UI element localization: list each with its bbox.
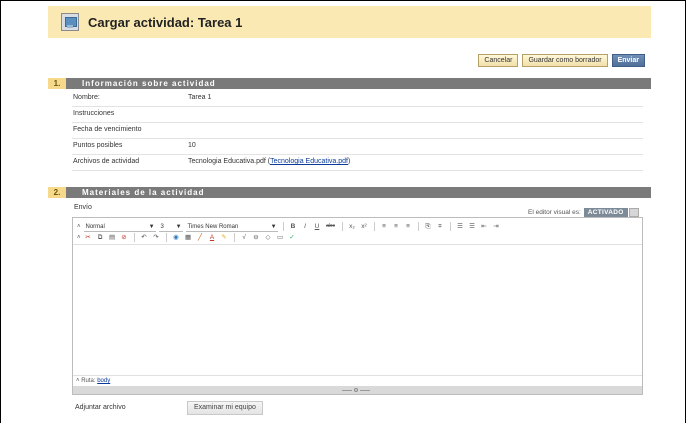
section-1-header: 1. Información sobre actividad	[48, 78, 651, 89]
file-download-link[interactable]: Tecnologia Educativa.pdf	[270, 158, 348, 165]
info-row-instructions: Instrucciones	[72, 107, 643, 123]
save-draft-button[interactable]: Guardar como borrador	[522, 54, 608, 67]
embed-icon[interactable]: ⊖	[252, 233, 261, 242]
copy-icon[interactable]: ⧉	[96, 233, 105, 242]
toolbar-separator	[373, 222, 375, 231]
preview-icon[interactable]: ▭	[276, 233, 285, 242]
redo-icon[interactable]: ↷	[152, 233, 161, 242]
html-source-icon[interactable]: ◇	[264, 233, 273, 242]
action-buttons: Cancelar Guardar como borrador Enviar	[478, 54, 645, 67]
section-2-number: 2.	[48, 187, 66, 198]
toolbar-row-1: ˄ Normal ▼ 3 ▼ Times New Roman ▼ B I U abc …	[77, 221, 501, 232]
cut-icon[interactable]: ✂	[84, 233, 93, 242]
subscript-icon[interactable]: x₂	[348, 222, 357, 231]
visual-editor-toggle: El editor visual es: ACTIVADO	[528, 208, 639, 217]
table-icon[interactable]: ▦	[184, 233, 193, 242]
info-label: Fecha de vencimiento	[73, 126, 142, 133]
clear-format-icon[interactable]: ⊘	[120, 233, 129, 242]
collapse-path-icon[interactable]: ˄	[76, 378, 80, 384]
link-icon[interactable]: ◉	[172, 233, 181, 242]
toolbar-separator	[282, 222, 284, 231]
info-value-files: Tecnologia Educativa.pdf (Tecnologia Edu…	[188, 158, 351, 165]
frame-left-border	[0, 0, 1, 423]
editor-toolbar: ˄ Normal ▼ 3 ▼ Times New Roman ▼ B I U abc …	[73, 218, 642, 244]
font-value: Times New Roman	[187, 223, 239, 230]
align-center-icon[interactable]: ≡	[392, 222, 401, 231]
section-1-title: Información sobre actividad	[82, 79, 216, 88]
format-select[interactable]: Normal ▼	[83, 222, 156, 232]
ordered-list-icon[interactable]: ☰	[456, 222, 465, 231]
undo-icon[interactable]: ↶	[140, 233, 149, 242]
size-value: 3	[160, 223, 164, 230]
section-2-header: 2. Materiales de la actividad	[48, 187, 651, 198]
toolbar-separator	[133, 233, 135, 242]
spellcheck-icon[interactable]: ⌗	[436, 222, 445, 231]
editor-resize-bar[interactable]	[73, 386, 642, 394]
collapse-toolbar-icon[interactable]: ˄	[77, 235, 81, 241]
file-name: Tecnologia Educativa.pdf	[188, 158, 266, 165]
align-left-icon[interactable]: ≡	[380, 222, 389, 231]
toolbar-separator	[233, 233, 235, 242]
font-select[interactable]: Times New Roman ▼	[185, 222, 278, 232]
draw-icon[interactable]: ╱	[196, 233, 205, 242]
resize-grip-icon[interactable]	[341, 388, 371, 392]
toolbar-separator	[341, 222, 343, 231]
info-label: Instrucciones	[73, 110, 115, 117]
info-label: Archivos de actividad	[73, 158, 140, 165]
frame-top-border	[0, 0, 686, 1]
equation-icon[interactable]: √	[240, 233, 249, 242]
visual-editor-state[interactable]: ACTIVADO	[583, 208, 628, 217]
text-editor: ˄ Normal ▼ 3 ▼ Times New Roman ▼ B I U abc …	[72, 217, 643, 395]
toolbar-separator	[165, 233, 167, 242]
highlight-icon[interactable]: ✎	[220, 233, 229, 242]
browse-computer-button[interactable]: Examinar mi equipo	[187, 401, 263, 415]
unordered-list-icon[interactable]: ☰	[468, 222, 477, 231]
outdent-icon[interactable]: ⇤	[480, 222, 489, 231]
cancel-button[interactable]: Cancelar	[478, 54, 519, 67]
info-value: Tarea 1	[188, 94, 212, 101]
align-right-icon[interactable]: ≡	[404, 222, 413, 231]
toolbar-separator	[449, 222, 451, 231]
format-value: Normal	[85, 223, 105, 230]
bold-icon[interactable]: B	[289, 222, 298, 231]
path-label: Ruta:	[81, 378, 96, 384]
size-select[interactable]: 3 ▼	[158, 222, 183, 232]
info-row-files: Archivos de actividad Tecnologia Educati…	[72, 155, 643, 171]
section-1-number: 1.	[48, 78, 66, 89]
toolbar-separator	[417, 222, 419, 231]
toolbar-row-2: ˄ ✂ ⧉ ▤ ⊘ ↶ ↷ ◉ ▦ ╱ A ✎ √ ⊖ ◇ ▭ ✓	[77, 232, 297, 243]
visual-editor-switch[interactable]	[628, 208, 639, 217]
superscript-icon[interactable]: x²	[360, 222, 369, 231]
section-2-title: Materiales de la actividad	[82, 188, 205, 197]
text-color-icon[interactable]: A	[208, 233, 217, 242]
editor-path-bar: ˄ Ruta: body	[73, 375, 642, 386]
info-row-due-date: Fecha de vencimiento	[72, 123, 643, 139]
info-label: Puntos posibles	[73, 142, 123, 149]
assignment-icon	[61, 13, 79, 31]
page-title: Cargar actividad: Tarea 1	[88, 14, 243, 30]
indent-icon[interactable]: ⇥	[492, 222, 501, 231]
page-header: Cargar actividad: Tarea 1	[48, 6, 651, 38]
envio-label: Envío	[74, 204, 92, 211]
visual-editor-label: El editor visual es:	[528, 209, 581, 216]
path-body-link[interactable]: body	[97, 378, 110, 384]
collapse-toolbar-icon[interactable]: ˄	[77, 224, 81, 230]
italic-icon[interactable]: I	[301, 222, 310, 231]
submit-button[interactable]: Enviar	[611, 54, 645, 67]
paste-icon[interactable]: ▤	[108, 233, 117, 242]
info-row-name: Nombre: Tarea 1	[72, 91, 643, 107]
strikethrough-icon[interactable]: abc	[325, 222, 337, 231]
info-value: 10	[188, 142, 196, 149]
editor-content-area[interactable]	[73, 244, 642, 375]
info-row-points: Puntos posibles 10	[72, 139, 643, 155]
underline-icon[interactable]: U	[313, 222, 322, 231]
info-label: Nombre:	[73, 94, 100, 101]
mashup-icon[interactable]: ✓	[288, 233, 297, 242]
attach-file-label: Adjuntar archivo	[75, 404, 126, 411]
find-icon[interactable]: ⎘	[424, 222, 433, 231]
